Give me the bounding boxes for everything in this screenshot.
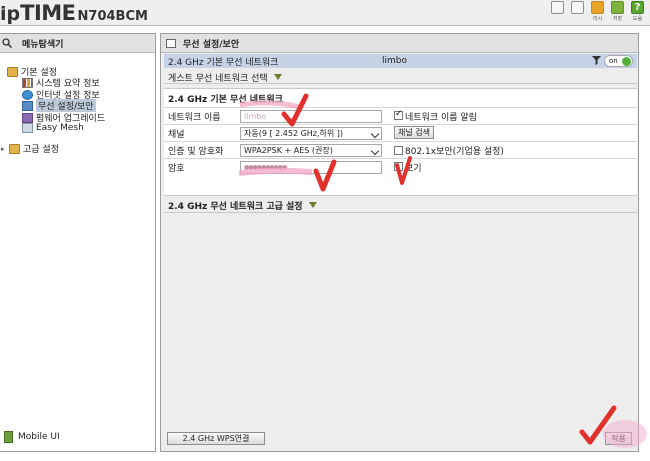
page-title: 무선 설정/보안 <box>183 39 240 50</box>
enterprise-checkbox[interactable] <box>394 146 403 155</box>
basic-network-section: 2.4 GHz 기본 무선 네트워크 네트워크 이름 limbo 네트워크 이름… <box>164 88 637 196</box>
logo-ip: ip <box>0 3 21 25</box>
auth-select[interactable]: WPA2PSK + AES (권장) <box>240 143 382 157</box>
expand-icon[interactable]: ▸ <box>1 145 9 153</box>
network-bar-ssid: limbo <box>382 56 407 66</box>
advanced-settings-toggle[interactable]: 2.4 GHz 무선 네트워크 고급 설정 <box>164 198 637 213</box>
menu-explorer-header: 메뉴탐색기 <box>0 34 155 53</box>
menu-explorer: 메뉴탐색기 기본 설정 시스템 요약 정보 인터넷 설정 정보 무선 설정/보안… <box>0 33 156 452</box>
channel-select[interactable]: 자동(9 [ 2.452 GHz,하위 ]) <box>240 126 382 140</box>
password-label: 암호 <box>168 163 185 174</box>
apply-button[interactable]: 적용 <box>605 432 632 445</box>
guest-network-selector[interactable]: 게스트 무선 네트워크 선택 <box>164 71 637 84</box>
network-name-row: 네트워크 이름 limbo 네트워크 이름 알림 <box>164 107 637 124</box>
top-bar: ipTIME N704BCM 리시 저장 ? 도움 <box>0 0 650 26</box>
network-name-field[interactable]: limbo <box>240 109 382 123</box>
doc-icon[interactable] <box>569 1 586 23</box>
main-panel: 무선 설정/보안 2.4 GHz 기본 무선 네트워크 limbo on 게스트… <box>160 33 639 452</box>
show-password-checkbox[interactable] <box>394 162 403 171</box>
channel-row: 채널 자동(9 [ 2.452 GHz,하위 ]) 채널 검색 <box>164 124 637 141</box>
network-bar-label: 2.4 GHz 기본 무선 네트워크 <box>168 57 279 68</box>
sidebar-item-easy-mesh[interactable]: Easy Mesh <box>22 123 84 133</box>
help-icon[interactable]: ? 도움 <box>629 1 646 23</box>
advanced-settings-label: 2.4 GHz 무선 네트워크 고급 설정 <box>168 201 303 212</box>
mesh-icon <box>22 123 33 133</box>
top-toolbar: 리시 저장 ? 도움 <box>549 1 646 23</box>
network-name-label: 네트워크 이름 <box>168 112 221 123</box>
wps-connect-button[interactable]: 2.4 GHz WPS연결 <box>167 432 265 445</box>
auth-row: 인증 및 암호화 WPA2PSK + AES (권장) 802.1x보안(기업용… <box>164 141 637 158</box>
filter-icon[interactable] <box>592 56 602 65</box>
broadcast-checkbox[interactable] <box>394 109 403 120</box>
toggle-knob <box>622 57 631 66</box>
channel-search-button[interactable]: 채널 검색 <box>394 126 434 139</box>
enterprise-label: 802.1x보안(기업용 설정) <box>405 146 504 157</box>
save-icon[interactable]: 저장 <box>609 1 626 23</box>
password-field[interactable]: ●●●●●●●●●● <box>240 160 382 174</box>
main-header: 무선 설정/보안 <box>161 34 638 53</box>
restart-icon[interactable]: 리시 <box>589 1 606 23</box>
folder-icon <box>9 143 20 154</box>
search-icon <box>2 38 12 48</box>
model-name: N704BCM <box>77 9 148 24</box>
channel-label: 채널 <box>168 129 185 140</box>
chart-icon <box>22 77 33 88</box>
mobile-icon <box>4 431 13 443</box>
wireless-toggle[interactable]: on <box>604 55 633 67</box>
password-row: 암호 ●●●●●●●●●● 보기 <box>164 158 637 175</box>
folder-icon <box>7 66 18 77</box>
firmware-icon <box>22 112 33 123</box>
auth-label: 인증 및 암호화 <box>168 146 224 157</box>
logo-time: TIME <box>20 1 76 25</box>
globe-icon <box>22 89 33 100</box>
menu-explorer-title: 메뉴탐색기 <box>22 39 64 50</box>
wireless-icon <box>22 100 33 111</box>
dropdown-arrow-icon <box>308 202 317 208</box>
broadcast-label: 네트워크 이름 알림 <box>405 112 477 123</box>
guest-network-label: 게스트 무선 네트워크 선택 <box>168 73 268 84</box>
logo: ipTIME N704BCM <box>0 1 148 25</box>
home-icon[interactable] <box>549 1 566 23</box>
dropdown-arrow-icon <box>273 74 282 80</box>
mobile-ui-link[interactable]: Mobile UI <box>4 431 60 443</box>
section-title: 2.4 GHz 기본 무선 네트워크 <box>168 95 283 105</box>
show-password-label: 보기 <box>405 163 422 174</box>
sidebar-item-advanced-settings[interactable]: ▸ 고급 설정 <box>1 142 59 155</box>
network-bar[interactable]: 2.4 GHz 기본 무선 네트워크 limbo on <box>164 54 637 68</box>
window-icon <box>166 38 176 48</box>
